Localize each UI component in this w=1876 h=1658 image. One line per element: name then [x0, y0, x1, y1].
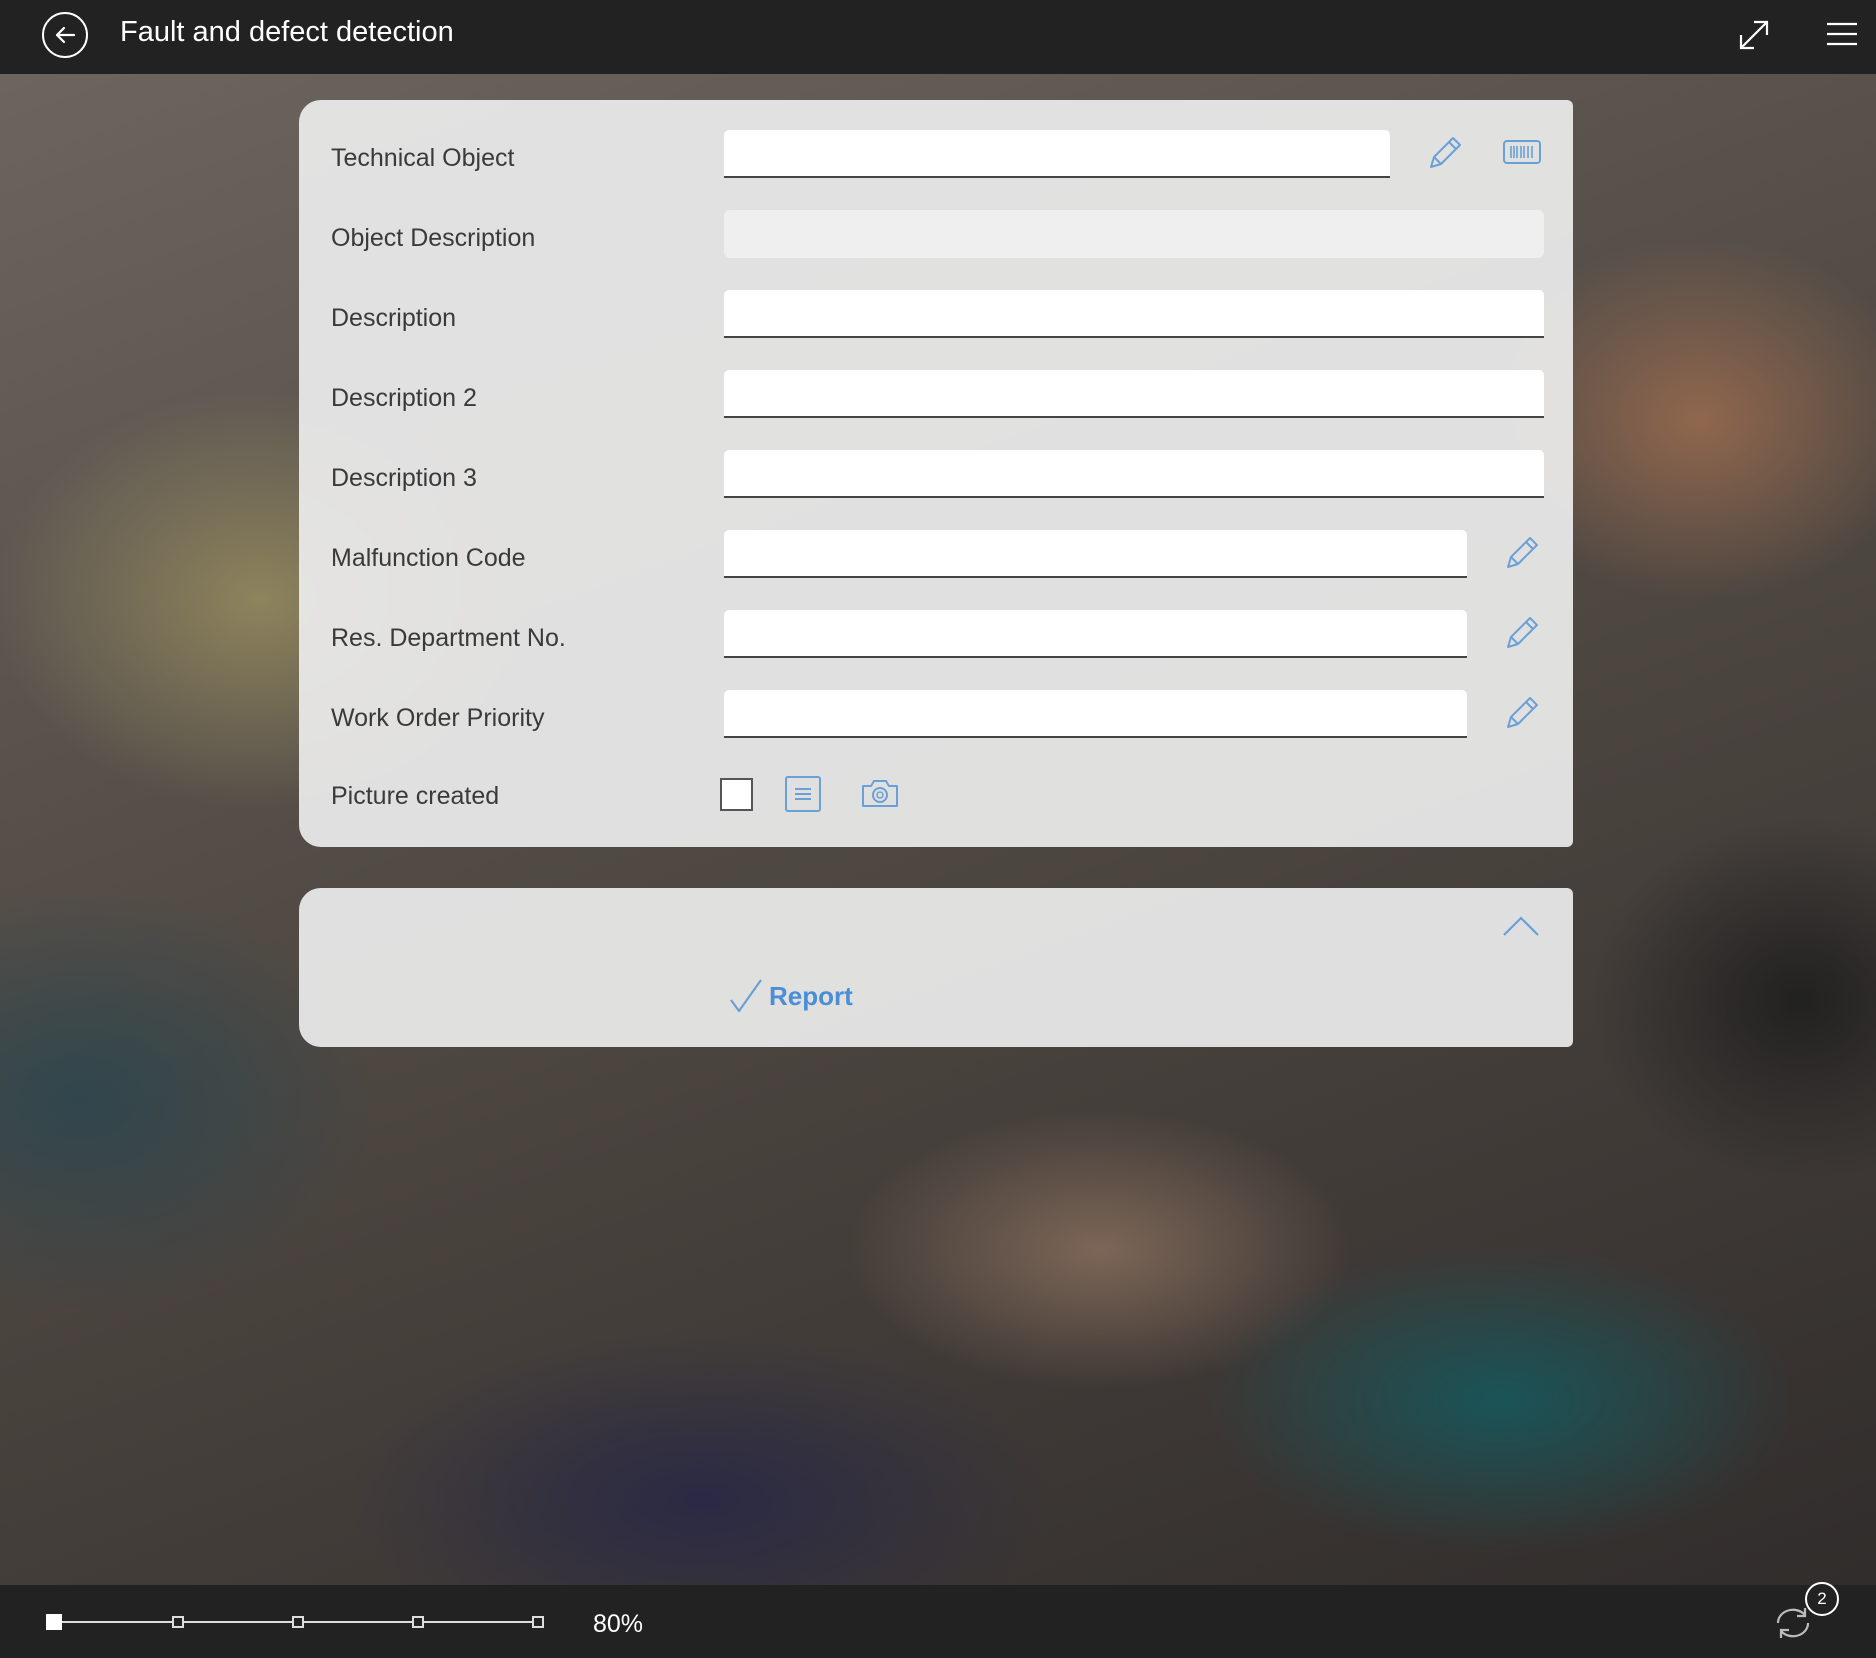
res-department-edit-icon[interactable] — [1502, 613, 1542, 658]
malfunction-code-edit-icon[interactable] — [1502, 533, 1542, 578]
hamburger-menu-icon[interactable] — [1826, 22, 1858, 51]
expand-icon[interactable] — [1736, 17, 1772, 58]
zoom-step-4[interactable] — [532, 1616, 544, 1628]
description-2-input[interactable] — [724, 370, 1544, 418]
checkmark-icon — [730, 979, 762, 1013]
work-order-priority-edit-icon[interactable] — [1502, 693, 1542, 738]
malfunction-code-input[interactable] — [724, 530, 1467, 578]
technical-object-input[interactable] — [724, 130, 1390, 178]
chevron-up-icon[interactable] — [1502, 914, 1540, 943]
notes-icon[interactable] — [785, 776, 821, 817]
malfunction-code-label: Malfunction Code — [331, 544, 526, 572]
res-department-label: Res. Department No. — [331, 624, 566, 652]
form-panel: Technical Object Object Description Desc… — [299, 100, 1573, 847]
description-label: Description — [331, 304, 457, 332]
description-input[interactable] — [724, 290, 1544, 338]
description-3-label: Description 3 — [331, 464, 477, 492]
status-bar: 80% — [0, 1585, 1876, 1658]
picture-created-checkbox[interactable] — [720, 778, 753, 811]
res-department-input[interactable] — [724, 610, 1467, 658]
work-order-priority-input[interactable] — [724, 690, 1467, 738]
zoom-step-1[interactable] — [172, 1616, 184, 1628]
picture-created-label: Picture created — [331, 782, 500, 810]
zoom-step-2[interactable] — [292, 1616, 304, 1628]
description-3-input[interactable] — [724, 450, 1544, 498]
back-arrow-icon — [55, 26, 76, 44]
work-order-priority-label: Work Order Priority — [331, 704, 545, 732]
zoom-slider[interactable] — [44, 1603, 544, 1637]
back-button[interactable] — [42, 12, 88, 58]
technical-object-label: Technical Object — [331, 144, 515, 172]
object-description-field — [724, 210, 1544, 258]
camera-icon[interactable] — [861, 778, 899, 813]
sync-icon[interactable] — [1772, 1605, 1814, 1646]
zoom-step-3[interactable] — [412, 1616, 424, 1628]
zoom-level-text: 80% — [593, 1610, 644, 1638]
object-description-label: Object Description — [331, 224, 536, 252]
report-label: Report — [769, 980, 853, 1011]
title-bar: Fault and defect detection — [0, 0, 1876, 74]
action-panel: Report — [299, 888, 1573, 1047]
report-button[interactable]: Report — [729, 976, 853, 1016]
technical-object-edit-icon[interactable] — [1425, 133, 1465, 178]
description-2-label: Description 2 — [331, 384, 477, 412]
barcode-icon[interactable] — [1503, 138, 1541, 171]
sync-count-badge: 2 — [1805, 1582, 1839, 1616]
zoom-slider-thumb[interactable] — [46, 1614, 62, 1630]
page-title: Fault and defect detection — [120, 16, 454, 48]
